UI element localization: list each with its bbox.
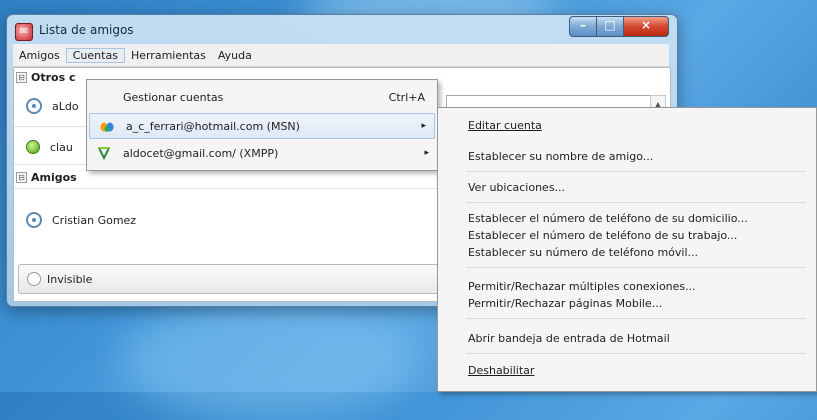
menu-separator [466, 353, 806, 354]
menu-item-set-friendly-name[interactable]: Establecer su nombre de amigo... [468, 150, 653, 163]
menu-item-label: Gestionar cuentas [123, 90, 224, 104]
menu-separator [466, 171, 806, 172]
contact-name: aLdo [52, 99, 79, 113]
menu-item-set-home-phone[interactable]: Establecer el número de teléfono de su d… [468, 212, 748, 225]
menu-herramientas[interactable]: Herramientas [125, 49, 212, 62]
window-title: Lista de amigos [39, 23, 134, 37]
group-otros[interactable]: ⊟ Otros c [16, 68, 76, 86]
menu-separator [466, 267, 806, 268]
menu-bar: Amigos Cuentas Herramientas Ayuda [13, 44, 669, 67]
contact-row[interactable]: Cristian Gomez [26, 212, 136, 228]
title-bar[interactable]: ✉ Lista de amigos – □ × [7, 15, 677, 45]
close-button[interactable]: × [623, 16, 669, 37]
menu-item-set-mobile-phone[interactable]: Establecer su número de teléfono móvil..… [468, 246, 698, 259]
caption-buttons: – □ × [569, 16, 669, 37]
contact-name: clau [50, 140, 73, 154]
menu-item-allow-multiple-connections[interactable]: Permitir/Rechazar múltiples conexiones..… [468, 280, 696, 293]
menu-item-edit-account[interactable]: Editar cuenta [468, 119, 542, 132]
menu-item-set-work-phone[interactable]: Establecer el número de teléfono de su t… [468, 229, 737, 242]
contact-row[interactable]: clau [26, 140, 73, 154]
menu-separator [466, 202, 806, 203]
xmpp-bulb-icon [98, 147, 110, 160]
submenu-arrow-icon: ▸ [424, 148, 429, 158]
menu-ayuda[interactable]: Ayuda [212, 49, 258, 62]
collapse-icon[interactable]: ⊟ [16, 71, 27, 83]
accounts-menu: Gestionar cuentas Ctrl+A a_c_ferrari@hot… [86, 79, 438, 171]
menu-item-manage-accounts[interactable]: Gestionar cuentas Ctrl+A [87, 84, 437, 110]
menu-cuentas[interactable]: Cuentas [65, 47, 125, 63]
menu-amigos[interactable]: Amigos [13, 49, 66, 62]
invisible-status-icon [26, 98, 42, 114]
menu-item-disable[interactable]: Deshabilitar [468, 364, 534, 377]
online-status-icon [26, 140, 40, 154]
menu-item-label: aldocet@gmail.com/ (XMPP) [123, 146, 279, 160]
menu-item-msn-account[interactable]: a_c_ferrari@hotmail.com (MSN) ▸ [89, 113, 435, 139]
menu-item-view-locations[interactable]: Ver ubicaciones... [468, 181, 565, 194]
menu-item-open-hotmail-inbox[interactable]: Abrir bandeja de entrada de Hotmail [468, 332, 670, 345]
status-label: Invisible [47, 272, 93, 286]
invisible-status-icon [26, 212, 42, 228]
group-amigos[interactable]: ⊟ Amigos [16, 168, 77, 186]
collapse-icon[interactable]: ⊟ [16, 171, 27, 183]
minimize-button[interactable]: – [569, 16, 596, 37]
shortcut-label: Ctrl+A [388, 90, 425, 104]
group-label: Amigos [31, 170, 77, 184]
menu-item-allow-mobile-pages[interactable]: Permitir/Rechazar páginas Mobile... [468, 297, 662, 310]
group-label: Otros c [31, 70, 76, 84]
menu-item-label: a_c_ferrari@hotmail.com (MSN) [126, 119, 300, 133]
maximize-button[interactable]: □ [596, 16, 623, 37]
desktop-glow [120, 300, 420, 420]
submenu-arrow-icon: ▸ [421, 121, 426, 131]
invisible-status-icon [27, 272, 41, 286]
menu-separator [466, 318, 806, 319]
pidgin-app-icon: ✉ [15, 23, 33, 41]
contact-name: Cristian Gomez [52, 213, 137, 227]
account-submenu: Editar cuenta Establecer su nombre de am… [437, 107, 817, 392]
menu-item-xmpp-account[interactable]: aldocet@gmail.com/ (XMPP) ▸ [87, 140, 437, 166]
msn-butterfly-icon [100, 122, 114, 132]
contact-row[interactable]: aLdo [26, 98, 79, 114]
